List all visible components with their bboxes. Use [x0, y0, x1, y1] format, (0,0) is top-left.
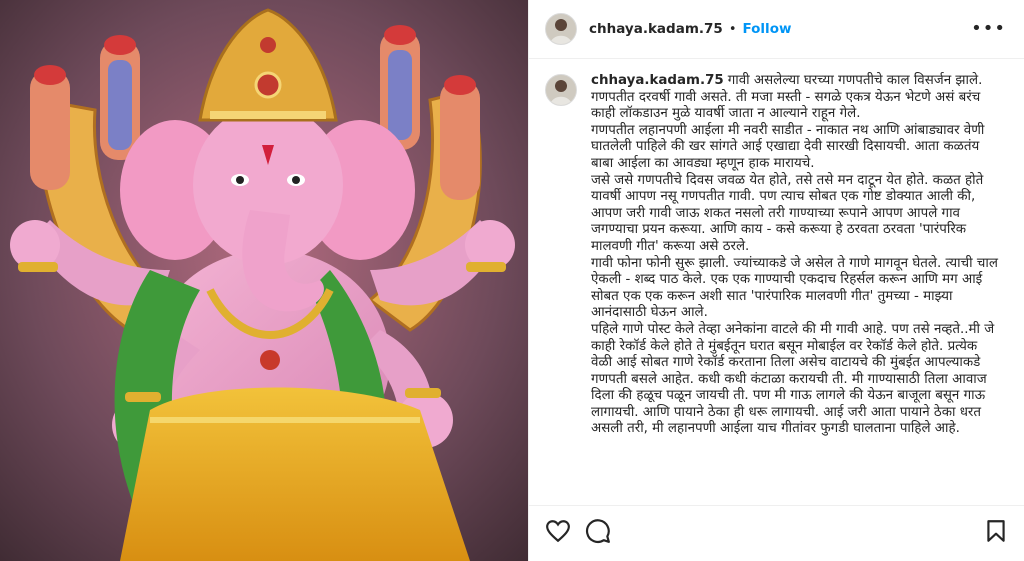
comments-section[interactable]: chhaya.kadam.75 गावी असलेल्या घरच्या गणपत… [529, 59, 1024, 505]
action-bar [529, 505, 1024, 561]
instagram-post: chhaya.kadam.75 • Follow ••• chhaya.kada… [0, 0, 1024, 561]
avatar[interactable] [545, 74, 577, 106]
caption-paragraph: गणपतीत दरवर्षी गावी असते. ती मजा मस्ती -… [591, 89, 981, 122]
post-caption: chhaya.kadam.75 गावी असलेल्या घरच्या गणपत… [591, 73, 1001, 438]
header-username[interactable]: chhaya.kadam.75 [589, 21, 723, 37]
caption-paragraph: गावी फोना फोनी सुरू झाली. ज्यांच्याकडे ज… [591, 255, 998, 321]
post-sidebar: chhaya.kadam.75 • Follow ••• chhaya.kada… [528, 0, 1024, 561]
avatar[interactable] [545, 13, 577, 45]
profile-photo [546, 75, 576, 105]
profile-photo [546, 14, 576, 44]
comment-icon[interactable] [585, 518, 613, 546]
caption-paragraph: जसे जसे गणपतीचे दिवस जवळ येत होते, तसे त… [591, 172, 984, 254]
caption-username[interactable]: chhaya.kadam.75 [591, 73, 724, 88]
caption-line: गावी असलेल्या घरच्या गणपतीचे काल विसर्जन… [727, 73, 983, 88]
follow-button[interactable]: Follow [742, 21, 791, 37]
post-image[interactable] [0, 0, 528, 561]
bookmark-icon[interactable] [983, 518, 1011, 546]
post-header: chhaya.kadam.75 • Follow ••• [529, 0, 1024, 59]
separator-dot: • [728, 21, 737, 37]
more-options-icon[interactable]: ••• [971, 18, 1006, 39]
caption-paragraph: chhaya.kadam.75 गावी असलेल्या घरच्या गणपत… [591, 73, 1001, 90]
caption-paragraph: पहिले गाणे पोस्ट केले तेव्हा अनेकांना वा… [591, 321, 995, 437]
caption-paragraph: गणपतीत लहानपणी आईला मी नवरी साडीत - नाका… [591, 122, 985, 171]
heart-icon[interactable] [545, 518, 573, 546]
ganesha-idol-photo [0, 0, 528, 561]
caption-row: chhaya.kadam.75 गावी असलेल्या घरच्या गणपत… [529, 59, 1024, 438]
